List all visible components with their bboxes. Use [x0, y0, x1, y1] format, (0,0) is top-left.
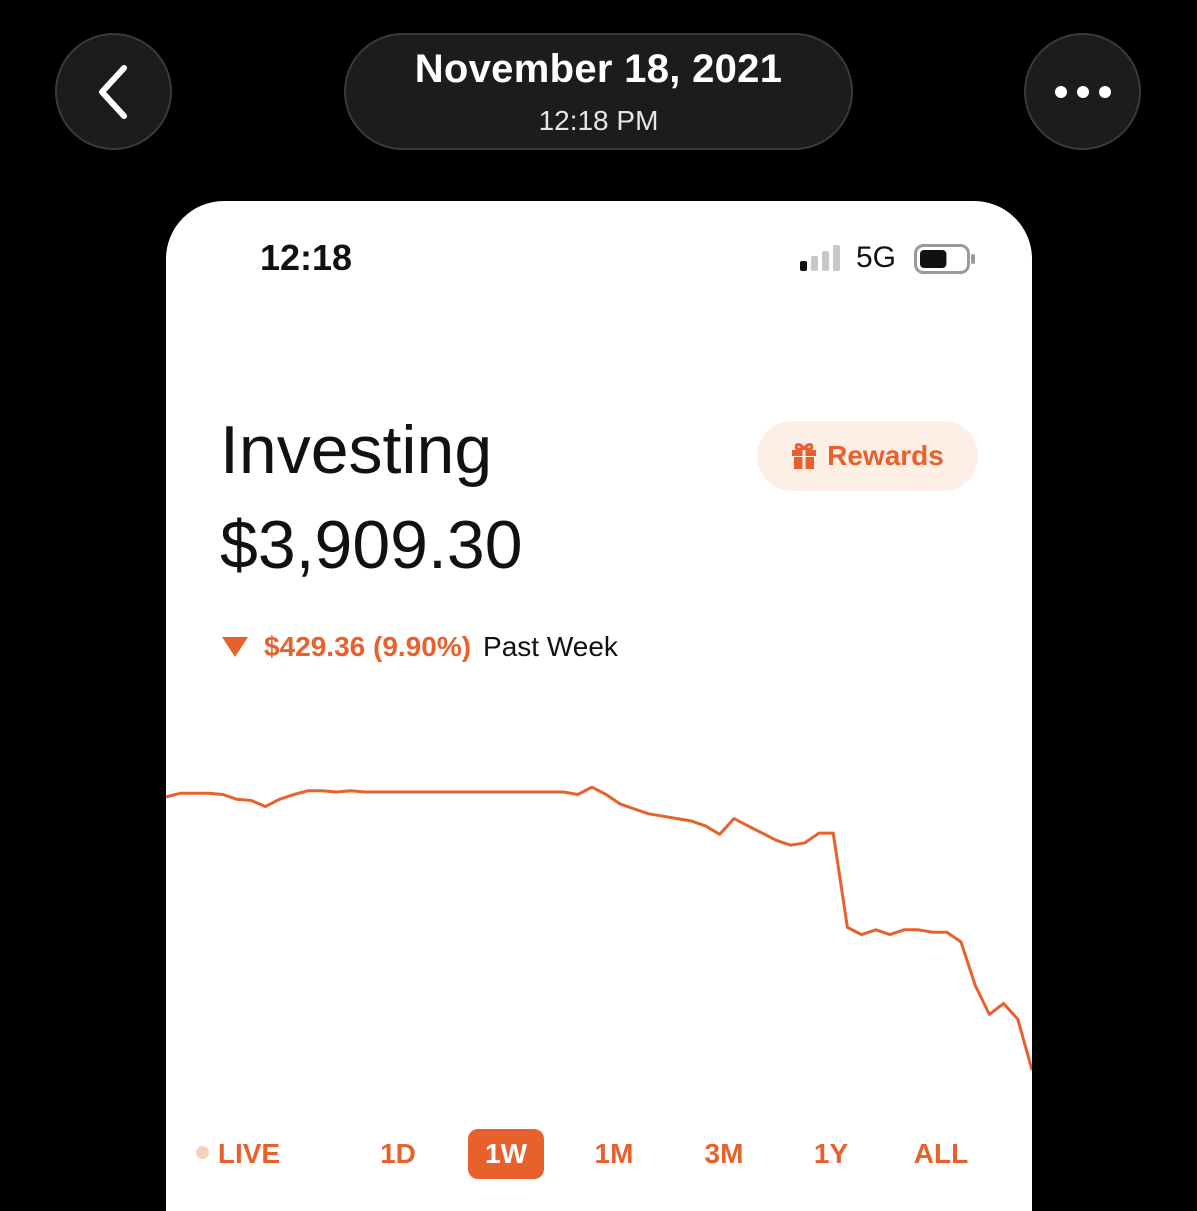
range-tab-1w[interactable]: 1W	[468, 1129, 544, 1179]
portfolio-balance: $3,909.30	[220, 507, 523, 583]
rewards-button[interactable]: Rewards	[757, 421, 978, 491]
change-value: $429.36 (9.90%)	[264, 631, 472, 662]
page-title: Investing	[220, 412, 493, 488]
range-tab-1y[interactable]: 1Y	[801, 1129, 861, 1179]
chevron-left-icon	[98, 64, 127, 119]
rewards-label: Rewards	[827, 440, 944, 471]
portfolio-series-line	[166, 785, 1032, 1071]
range-tab-all[interactable]: ALL	[905, 1129, 977, 1179]
battery-icon	[914, 244, 975, 274]
more-button[interactable]	[1024, 33, 1141, 150]
live-dot-icon	[195, 1146, 209, 1160]
range-tab-label: 3M	[704, 1138, 744, 1169]
change-row: $429.36 (9.90%) Past Week	[222, 631, 618, 663]
range-tab-1m[interactable]: 1M	[579, 1129, 649, 1179]
down-arrow-icon	[222, 637, 248, 657]
range-tab-live[interactable]: LIVE	[183, 1129, 293, 1179]
phone-screenshot: 12:18 5G Investing $3,909.30 Rewards $42…	[166, 201, 1032, 1211]
range-tab-label: LIVE	[217, 1138, 281, 1169]
range-tab-1d[interactable]: 1D	[363, 1129, 433, 1179]
range-tab-label: 1Y	[813, 1138, 849, 1169]
range-tab-3m[interactable]: 3M	[689, 1129, 759, 1179]
signal-icon	[800, 245, 840, 271]
range-tabs: LIVE 1D 1W 1M 3M 1Y ALL	[166, 1129, 1032, 1179]
range-tab-label: 1D	[380, 1138, 416, 1169]
ellipsis-icon	[1054, 85, 1111, 98]
header-time: 12:18 PM	[538, 105, 659, 136]
status-time: 12:18	[260, 237, 353, 278]
gift-icon	[792, 443, 817, 469]
range-tab-label: 1W	[485, 1138, 527, 1169]
date-pill: November 18, 2021 12:18 PM	[344, 33, 853, 150]
back-button[interactable]	[55, 33, 172, 150]
range-tab-label: 1M	[594, 1138, 634, 1169]
change-period: Past Week	[483, 631, 618, 662]
portfolio-chart	[166, 785, 1032, 1071]
network-label: 5G	[856, 241, 897, 274]
range-tab-label: ALL	[913, 1138, 969, 1169]
header-date: November 18, 2021	[414, 47, 783, 91]
